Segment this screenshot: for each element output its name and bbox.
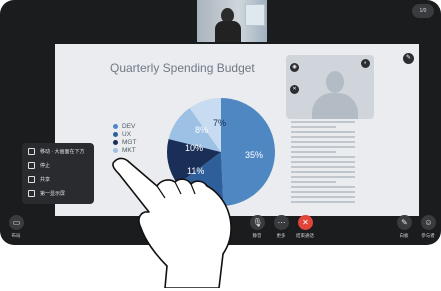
text-line bbox=[291, 171, 355, 173]
video-icon[interactable]: ◉ bbox=[290, 63, 299, 72]
pointing-hand-illustration bbox=[112, 157, 232, 288]
remote-participant-tile[interactable]: ◉ ✕ ◐ bbox=[286, 55, 374, 119]
end-call-button[interactable]: ✕ bbox=[298, 215, 313, 230]
participants-label: 参与者 bbox=[421, 233, 435, 238]
pin-icon[interactable]: ◐ bbox=[361, 59, 370, 68]
participant-avatar-body bbox=[312, 93, 358, 119]
text-line bbox=[291, 146, 355, 148]
share-options-menu: 移动 · 大画面在下方 停止 共享 第一显示屏 bbox=[22, 143, 94, 204]
self-view-video[interactable] bbox=[197, 0, 267, 42]
text-line bbox=[291, 191, 355, 193]
self-view-person-body bbox=[215, 21, 241, 42]
pie-label-7: 7% bbox=[213, 118, 226, 128]
participant-avatar-head bbox=[326, 71, 344, 93]
whiteboard-button[interactable]: ✎ bbox=[397, 215, 412, 230]
stop-icon bbox=[28, 162, 35, 169]
text-line bbox=[291, 201, 355, 203]
text-line bbox=[291, 136, 355, 138]
menu-item-share[interactable]: 共享 bbox=[22, 174, 94, 185]
presentation-options-icon[interactable]: ✎ bbox=[403, 53, 414, 64]
text-line bbox=[291, 156, 355, 158]
text-line bbox=[291, 126, 336, 128]
top-right-status-badge[interactable]: 1/0 bbox=[412, 4, 434, 18]
text-line bbox=[291, 181, 336, 183]
text-line bbox=[291, 131, 355, 133]
slide-title: Quarterly Spending Budget bbox=[110, 61, 255, 75]
text-line bbox=[291, 176, 355, 178]
participants-button[interactable]: ☺ bbox=[421, 215, 436, 230]
display-icon bbox=[28, 190, 35, 197]
text-line bbox=[291, 161, 355, 163]
layout-icon bbox=[28, 148, 35, 155]
text-line bbox=[291, 151, 336, 153]
menu-item-label: 移动 · 大画面在下方 bbox=[40, 149, 85, 155]
end-call-label: 结束通话 bbox=[296, 233, 314, 238]
text-line bbox=[291, 121, 355, 123]
text-line bbox=[291, 166, 355, 168]
text-line bbox=[291, 186, 355, 188]
menu-item-stop[interactable]: 停止 bbox=[22, 160, 94, 171]
text-line bbox=[291, 141, 355, 143]
layout-button[interactable]: ▭ bbox=[9, 215, 24, 230]
share-icon bbox=[28, 176, 35, 183]
menu-item-label: 第一显示屏 bbox=[40, 191, 66, 197]
layout-label: 布局 bbox=[11, 233, 21, 238]
menu-item-display[interactable]: 第一显示屏 bbox=[22, 188, 94, 199]
mute-participant-icon[interactable]: ✕ bbox=[290, 85, 299, 94]
more-label: 更多 bbox=[276, 233, 286, 238]
menu-item-label: 停止 bbox=[40, 163, 51, 169]
whiteboard-label: 白板 bbox=[399, 233, 409, 238]
text-line bbox=[291, 196, 355, 198]
self-view-window bbox=[245, 4, 265, 26]
menu-item-label: 共享 bbox=[40, 177, 51, 183]
more-button[interactable]: ⋯ bbox=[274, 215, 289, 230]
menu-item-move[interactable]: 移动 · 大画面在下方 bbox=[22, 146, 94, 157]
